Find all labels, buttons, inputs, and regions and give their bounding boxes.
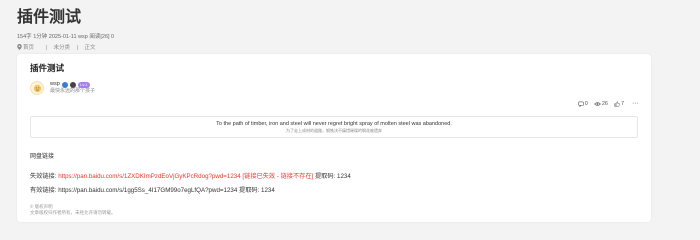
like-button[interactable]: 7 [614, 101, 624, 107]
comment-count: 0 [584, 100, 588, 107]
comment-icon [578, 101, 584, 107]
page-title: 插件测试 [17, 9, 82, 26]
broken-link-row: 失效链接: https://pan.baidu.com/s/1ZXDKImPzd… [30, 171, 351, 180]
comment-button[interactable]: 0 [578, 101, 588, 107]
post-card: 插件测试 wsp Lv.1 最快永远的那个孩子 0 26 7 ··· To th… [17, 54, 651, 222]
quote-english: To the path of timber, iron and steel wi… [216, 121, 452, 127]
thumbs-up-icon [614, 100, 620, 107]
location-pin-icon [17, 44, 22, 50]
like-count: 7 [620, 100, 624, 107]
level-badge: Lv.1 [77, 81, 90, 88]
valid-link-label: 有效链接: [30, 187, 57, 194]
breadcrumb-sep: | [45, 45, 47, 51]
user-badge-icon [69, 81, 76, 88]
broken-link-label: 失效链接: [30, 173, 57, 180]
copyright-text: 文章版权归作者所有，未经允许请勿转载。 [30, 210, 116, 215]
more-options-icon[interactable]: ··· [632, 100, 639, 107]
copyright-notes: © 版权声明 文章版权归作者所有，未经允许请勿转载。 [30, 204, 116, 216]
avatar[interactable] [30, 81, 44, 95]
author-name[interactable]: wsp [50, 81, 60, 88]
broken-link-code: 1234 [337, 173, 351, 180]
verified-badge-icon [61, 81, 68, 88]
valid-link-code-label: 提取码: [239, 187, 260, 194]
valid-link-code: 1234 [261, 187, 275, 194]
section-label: 网盘链接 [30, 154, 55, 160]
avatar-face-icon [33, 84, 41, 92]
author-block: wsp Lv.1 最快永远的那个孩子 [30, 80, 95, 96]
broken-link-status: [链接已失效 - 链接不存在] [242, 173, 314, 180]
breadcrumb-item-current: 正文 [84, 45, 96, 51]
author-signature: 最快永远的那个孩子 [50, 88, 96, 94]
views-indicator: 26 [593, 100, 608, 107]
view-count: 26 [601, 100, 608, 107]
breadcrumb: 首页 | 未分类 | 正文 [17, 43, 687, 51]
breadcrumb-item-category[interactable]: 未分类 [54, 45, 71, 51]
valid-link-row: 有效链接: https://pan.baidu.com/s/1gg5Ss_4I1… [30, 185, 275, 194]
page-header: 插件测试 154字 1分钟 2025-01-11 wsp 阅读[26] 0 首页… [17, 8, 687, 51]
breadcrumb-sep: | [76, 45, 78, 51]
quote-box: To the path of timber, iron and steel wi… [30, 116, 638, 138]
broken-link-url[interactable]: https://pan.baidu.com/s/1ZXDKImPzdEoVjGy… [58, 173, 240, 180]
broken-link-code-label: 提取码: [314, 173, 336, 180]
breadcrumb-item-home: 首页 [23, 45, 35, 51]
breadcrumb-home[interactable]: 首页 [17, 44, 41, 51]
post-meta: 154字 1分钟 2025-01-11 wsp 阅读[26] 0 [17, 34, 115, 40]
valid-link-url[interactable]: https://pan.baidu.com/s/1gg5Ss_4I17GM99o… [58, 187, 237, 194]
quote-chinese: 为了走上成材的道路，钢铁决不痛惜璀璨的钢花被遗弃 [286, 128, 382, 133]
eye-icon [593, 101, 601, 106]
post-title: 插件测试 [30, 63, 65, 73]
post-actions: 0 26 7 ··· [572, 100, 639, 107]
author-info: wsp Lv.1 最快永远的那个孩子 [50, 81, 95, 95]
